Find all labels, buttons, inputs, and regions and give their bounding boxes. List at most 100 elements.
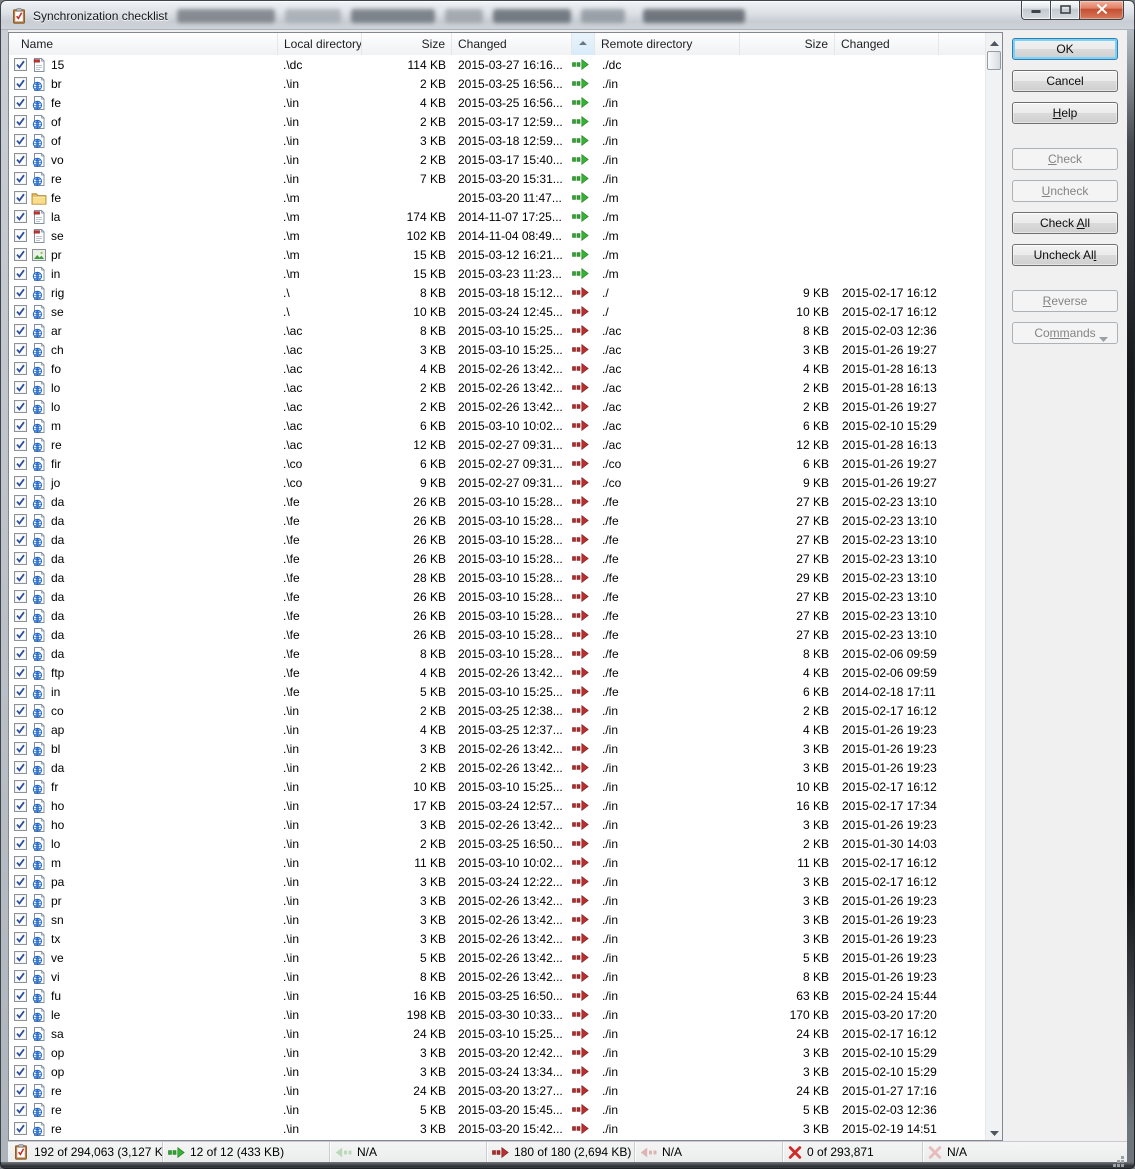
table-row[interactable]: re.\ac12 KB2015-02-27 09:31..../ac12 KB2…: [9, 435, 985, 454]
vertical-scrollbar[interactable]: [985, 33, 1002, 1140]
row-checkbox[interactable]: [9, 96, 31, 109]
table-row[interactable]: da.\in2 KB2015-02-26 13:42..../in3 KB201…: [9, 758, 985, 777]
row-checkbox[interactable]: [9, 191, 31, 204]
row-checkbox[interactable]: [9, 134, 31, 147]
maximize-button[interactable]: [1050, 1, 1079, 20]
table-row[interactable]: fu.\in16 KB2015-03-25 16:50..../in63 KB2…: [9, 986, 985, 1005]
table-row[interactable]: jo.\co9 KB2015-02-27 09:31..../co9 KB201…: [9, 473, 985, 492]
table-row[interactable]: fir.\co6 KB2015-02-27 09:31..../co6 KB20…: [9, 454, 985, 473]
row-checkbox[interactable]: [9, 1027, 31, 1040]
cancel-button[interactable]: Cancel: [1012, 70, 1118, 92]
column-header-direction-sorted[interactable]: [572, 33, 595, 55]
title-bar[interactable]: Synchronization checklist: [0, 0, 1135, 30]
resize-grip[interactable]: [1121, 1156, 1124, 1159]
table-row[interactable]: le.\in198 KB2015-03-30 10:33..../in170 K…: [9, 1005, 985, 1024]
close-button[interactable]: [1079, 1, 1124, 20]
table-row[interactable]: op.\in3 KB2015-03-20 12:42..../in3 KB201…: [9, 1043, 985, 1062]
table-row[interactable]: sn.\in3 KB2015-02-26 13:42..../in3 KB201…: [9, 910, 985, 929]
row-checkbox[interactable]: [9, 970, 31, 983]
table-row[interactable]: da.\fe26 KB2015-03-10 15:28..../fe27 KB2…: [9, 492, 985, 511]
ok-button[interactable]: OK: [1012, 38, 1118, 60]
table-row[interactable]: pr.\in3 KB2015-02-26 13:42..../in3 KB201…: [9, 891, 985, 910]
row-checkbox[interactable]: [9, 324, 31, 337]
table-row[interactable]: re.\in5 KB2015-03-20 15:45..../in5 KB201…: [9, 1100, 985, 1119]
table-row[interactable]: da.\fe26 KB2015-03-10 15:28..../fe27 KB2…: [9, 587, 985, 606]
scrollbar-thumb[interactable]: [987, 51, 1001, 70]
row-checkbox[interactable]: [9, 1046, 31, 1059]
table-row[interactable]: da.\fe26 KB2015-03-10 15:28..../fe27 KB2…: [9, 511, 985, 530]
row-checkbox[interactable]: [9, 837, 31, 850]
table-row[interactable]: rig.\8 KB2015-03-18 15:12..../9 KB2015-0…: [9, 283, 985, 302]
help-button[interactable]: Help: [1012, 102, 1118, 124]
table-row[interactable]: of.\in2 KB2015-03-17 12:59..../in: [9, 112, 985, 131]
row-checkbox[interactable]: [9, 761, 31, 774]
row-checkbox[interactable]: [9, 267, 31, 280]
row-checkbox[interactable]: [9, 685, 31, 698]
row-checkbox[interactable]: [9, 609, 31, 622]
row-checkbox[interactable]: [9, 894, 31, 907]
uncheck-all-button[interactable]: Uncheck All: [1012, 244, 1118, 266]
row-checkbox[interactable]: [9, 362, 31, 375]
row-checkbox[interactable]: [9, 989, 31, 1002]
table-row[interactable]: m.\ac6 KB2015-03-10 10:02..../ac6 KB2015…: [9, 416, 985, 435]
table-row[interactable]: lo.\ac2 KB2015-02-26 13:42..../ac2 KB201…: [9, 397, 985, 416]
table-row[interactable]: se.\10 KB2015-03-24 12:45..../10 KB2015-…: [9, 302, 985, 321]
row-checkbox[interactable]: [9, 1103, 31, 1116]
row-checkbox[interactable]: [9, 951, 31, 964]
row-checkbox[interactable]: [9, 932, 31, 945]
row-checkbox[interactable]: [9, 1065, 31, 1078]
row-checkbox[interactable]: [9, 1122, 31, 1135]
row-checkbox[interactable]: [9, 742, 31, 755]
table-row[interactable]: lo.\in2 KB2015-03-25 16:50..../in2 KB201…: [9, 834, 985, 853]
table-row[interactable]: da.\fe26 KB2015-03-10 15:28..../fe27 KB2…: [9, 549, 985, 568]
row-checkbox[interactable]: [9, 400, 31, 413]
row-checkbox[interactable]: [9, 248, 31, 261]
row-checkbox[interactable]: [9, 799, 31, 812]
table-row[interactable]: tx.\in3 KB2015-02-26 13:42..../in3 KB201…: [9, 929, 985, 948]
row-checkbox[interactable]: [9, 590, 31, 603]
table-row[interactable]: vi.\in8 KB2015-02-26 13:42..../in8 KB201…: [9, 967, 985, 986]
table-row[interactable]: sa.\in24 KB2015-03-10 15:25..../in24 KB2…: [9, 1024, 985, 1043]
row-checkbox[interactable]: [9, 723, 31, 736]
table-row[interactable]: lo.\ac2 KB2015-02-26 13:42..../ac2 KB201…: [9, 378, 985, 397]
row-checkbox[interactable]: [9, 552, 31, 565]
table-row[interactable]: da.\fe26 KB2015-03-10 15:28..../fe27 KB2…: [9, 606, 985, 625]
row-checkbox[interactable]: [9, 571, 31, 584]
table-row[interactable]: da.\fe26 KB2015-03-10 15:28..../fe27 KB2…: [9, 625, 985, 644]
row-checkbox[interactable]: [9, 438, 31, 451]
column-header-remote-changed[interactable]: Changed: [835, 33, 939, 55]
table-row[interactable]: bl.\in3 KB2015-02-26 13:42..../in3 KB201…: [9, 739, 985, 758]
table-row[interactable]: ftp.\fe4 KB2015-02-26 13:42..../fe4 KB20…: [9, 663, 985, 682]
table-row[interactable]: ho.\in3 KB2015-02-26 13:42..../in3 KB201…: [9, 815, 985, 834]
table-row[interactable]: da.\fe8 KB2015-03-10 15:28..../fe8 KB201…: [9, 644, 985, 663]
column-header-remote-size[interactable]: Size: [740, 33, 835, 55]
table-row[interactable]: 15.\dc114 KB2015-03-27 16:16..../dc: [9, 55, 985, 74]
scroll-up-button[interactable]: [986, 33, 1002, 50]
table-row[interactable]: da.\fe26 KB2015-03-10 15:28..../fe27 KB2…: [9, 530, 985, 549]
check-all-button[interactable]: Check All: [1012, 212, 1118, 234]
table-row[interactable]: re.\in3 KB2015-03-20 15:42..../in3 KB201…: [9, 1119, 985, 1138]
row-checkbox[interactable]: [9, 210, 31, 223]
row-checkbox[interactable]: [9, 628, 31, 641]
minimize-button[interactable]: [1021, 1, 1050, 20]
table-row[interactable]: in.\m15 KB2015-03-23 11:23..../m: [9, 264, 985, 283]
table-row[interactable]: ar.\ac8 KB2015-03-10 15:25..../ac8 KB201…: [9, 321, 985, 340]
row-checkbox[interactable]: [9, 856, 31, 869]
row-checkbox[interactable]: [9, 533, 31, 546]
table-row[interactable]: of.\in3 KB2015-03-18 12:59..../in: [9, 131, 985, 150]
row-checkbox[interactable]: [9, 514, 31, 527]
row-checkbox[interactable]: [9, 419, 31, 432]
row-checkbox[interactable]: [9, 381, 31, 394]
table-row[interactable]: ch.\ac3 KB2015-03-10 15:25..../ac3 KB201…: [9, 340, 985, 359]
scroll-down-button[interactable]: [986, 1123, 1002, 1140]
table-row[interactable]: m.\in11 KB2015-03-10 10:02..../in11 KB20…: [9, 853, 985, 872]
table-row[interactable]: op.\in3 KB2015-03-24 13:34..../in3 KB201…: [9, 1062, 985, 1081]
table-row[interactable]: br.\in2 KB2015-03-25 16:56..../in: [9, 74, 985, 93]
table-row[interactable]: la.\m174 KB2014-11-07 17:25..../m: [9, 207, 985, 226]
row-checkbox[interactable]: [9, 229, 31, 242]
column-header-remote-directory[interactable]: Remote directory: [595, 33, 740, 55]
table-row[interactable]: ho.\in17 KB2015-03-24 12:57..../in16 KB2…: [9, 796, 985, 815]
row-checkbox[interactable]: [9, 818, 31, 831]
table-row[interactable]: in.\fe5 KB2015-03-10 15:25..../fe6 KB201…: [9, 682, 985, 701]
row-checkbox[interactable]: [9, 875, 31, 888]
